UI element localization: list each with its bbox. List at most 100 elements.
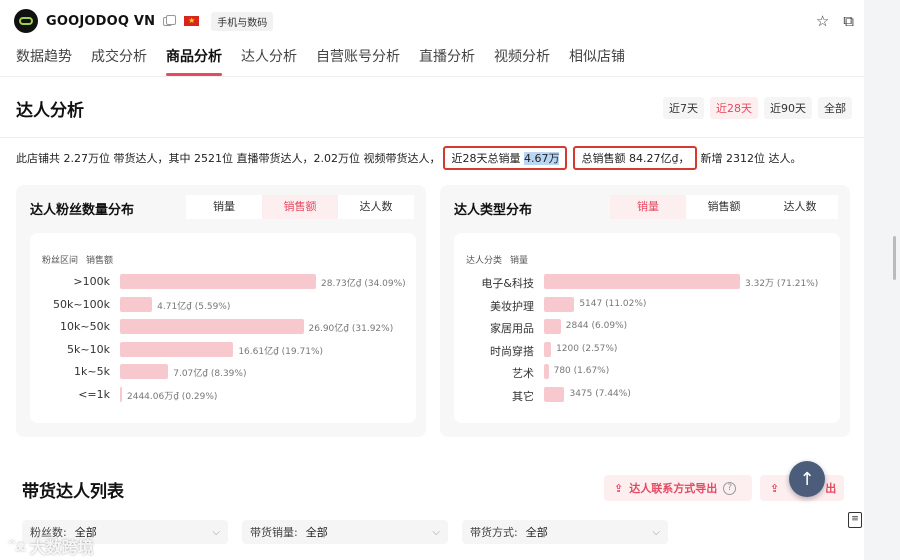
shop-logo xyxy=(14,9,38,33)
fans-bar-label: 10k~50k xyxy=(60,320,110,333)
fans-distribution-chart: 粉丝区间 销售额 >100k 28.73亿₫ (34.09%) 50k~100k 4.… xyxy=(30,233,416,423)
shop-header: GOOJODOQ VN ★ 手机与数码 ☆ ⧉ xyxy=(14,6,854,36)
section-title: 达人分析 xyxy=(16,101,84,121)
summary-text: 此店铺共 2.27万位 带货达人，其中 2521位 直播带货达人，2.02万位 … xyxy=(16,146,801,170)
fans-bar[interactable] xyxy=(120,341,234,357)
section-divider xyxy=(0,137,864,138)
fans-bar-label: 50k~100k xyxy=(53,297,110,311)
nav-divider xyxy=(0,76,864,77)
type-bar[interactable] xyxy=(544,274,740,289)
fans-tab-count[interactable]: 达人数 xyxy=(338,195,414,219)
sales-filter-label: 带货销量: xyxy=(250,526,298,539)
fans-bar-label: 5k~10k xyxy=(67,342,110,356)
export-label: 出 xyxy=(825,482,837,495)
fans-distribution-title: 达人粉丝数量分布 xyxy=(30,203,135,218)
fans-bar[interactable] xyxy=(120,386,122,402)
type-bar-value: 780 (1.67%) xyxy=(553,366,610,376)
type-col-volume: 销量 xyxy=(510,256,529,266)
fans-bar-label: 1k~5k xyxy=(74,365,110,378)
fans-bar-row: >100k 28.73亿₫ (34.09%) xyxy=(30,274,410,291)
upload-icon: ⇪ xyxy=(770,481,780,495)
document-icon[interactable]: ≡ xyxy=(848,512,862,528)
tab-own-account-analysis[interactable]: 自营账号分析 xyxy=(316,46,400,72)
export-contacts-button[interactable]: ⇪ 达人联系方式导出 ? xyxy=(604,475,752,501)
type-bar-value: 3475 (7.44%) xyxy=(569,388,631,399)
shop-analysis-page: GOOJODOQ VN ★ 手机与数码 ☆ ⧉ 数据趋势 成交分析 商品分析 达… xyxy=(0,0,864,560)
total-sales-volume-label: 近28天总销量 xyxy=(451,152,521,165)
type-tab-count[interactable]: 达人数 xyxy=(762,195,838,219)
type-bar[interactable] xyxy=(544,386,565,402)
fans-tab-revenue[interactable]: 销售额 xyxy=(262,195,338,219)
type-bar-label: 其它 xyxy=(512,389,534,403)
method-filter-select[interactable]: 带货方式: 全部 ⌵ xyxy=(462,520,668,544)
tab-video-analysis[interactable]: 视频分析 xyxy=(494,46,550,72)
fans-distribution-card: 达人粉丝数量分布 销量 销售额 达人数 粉丝区间 销售额 >100k 28.73亿… xyxy=(16,185,426,437)
scrollbar-thumb[interactable] xyxy=(893,236,896,280)
type-tab-revenue[interactable]: 销售额 xyxy=(686,195,762,219)
chevron-down-icon: ⌵ xyxy=(432,526,440,538)
tab-influencer-analysis[interactable]: 达人分析 xyxy=(241,46,297,72)
fans-bar[interactable] xyxy=(120,319,304,334)
type-tab-volume[interactable]: 销量 xyxy=(610,195,686,219)
range-90d-button[interactable]: 近90天 xyxy=(764,97,812,119)
shop-name: GOOJODOQ VN xyxy=(46,13,156,29)
fans-bar-value: 2444.06万₫ (0.29%) xyxy=(127,391,218,402)
fans-bar-row: 50k~100k 4.71亿₫ (5.59%) xyxy=(30,296,410,314)
fans-bar-label: >100k xyxy=(73,275,110,288)
date-range-selector: 近7天 近28天 近90天 全部 xyxy=(663,97,852,119)
tab-transaction-analysis[interactable]: 成交分析 xyxy=(91,46,147,72)
fans-bar-value: 4.71亿₫ (5.59%) xyxy=(157,301,231,312)
fans-bar-label: <=1k xyxy=(78,387,110,401)
type-bar[interactable] xyxy=(544,296,575,312)
summary-prefix: 此店铺共 2.27万位 带货达人，其中 2521位 直播带货达人，2.02万位 … xyxy=(16,152,441,165)
fans-bar[interactable] xyxy=(120,296,153,312)
tab-product-analysis[interactable]: 商品分析 xyxy=(166,46,222,76)
type-bar-value: 2844 (6.09%) xyxy=(565,321,628,331)
range-7d-button[interactable]: 近7天 xyxy=(663,97,704,119)
type-bar-label: 美妆护理 xyxy=(490,299,534,313)
fans-bar[interactable] xyxy=(120,364,169,379)
fans-bar-value: 26.90亿₫ (31.92%) xyxy=(308,324,394,334)
method-filter-label: 带货方式: xyxy=(470,526,518,539)
list-filters: 粉丝数: 全部 ⌵ 带货销量: 全部 ⌵ 带货方式: 全部 ⌵ xyxy=(22,520,668,544)
tab-live-analysis[interactable]: 直播分析 xyxy=(419,46,475,72)
fans-filter-value: 全部 xyxy=(74,526,97,539)
range-all-button[interactable]: 全部 xyxy=(818,97,852,119)
total-revenue-box: 总销售额 84.27亿₫， xyxy=(573,146,698,170)
fans-bar-row: 1k~5k 7.07亿₫ (8.39%) xyxy=(30,364,410,381)
fans-bar-value: 16.61亿₫ (19.71%) xyxy=(238,346,324,357)
back-to-top-button[interactable]: ↑ xyxy=(789,461,825,497)
type-distribution-title: 达人类型分布 xyxy=(454,203,533,218)
chevron-down-icon: ⌵ xyxy=(652,526,660,538)
chevron-down-icon: ⌵ xyxy=(212,526,220,538)
tab-similar-shops[interactable]: 相似店铺 xyxy=(569,46,625,72)
analysis-tabs: 数据趋势 成交分析 商品分析 达人分析 自营账号分析 直播分析 视频分析 相似店… xyxy=(16,46,625,76)
sales-filter-select[interactable]: 带货销量: 全部 ⌵ xyxy=(242,520,448,544)
copy-icon[interactable] xyxy=(163,14,177,26)
type-bar-value: 1200 (2.57%) xyxy=(556,343,618,354)
type-bar-value: 3.32万 (71.21%) xyxy=(745,279,819,289)
type-bar[interactable] xyxy=(544,341,552,357)
type-bar-label: 时尚穿搭 xyxy=(490,344,534,358)
method-filter-value: 全部 xyxy=(525,526,548,539)
star-icon[interactable]: ☆ xyxy=(816,12,829,30)
fans-bar[interactable] xyxy=(120,274,316,289)
type-bar-row: 家居用品 2844 (6.09%) xyxy=(454,319,834,336)
sales-filter-value: 全部 xyxy=(305,526,328,539)
fans-bar-row: <=1k 2444.06万₫ (0.29%) xyxy=(30,386,410,404)
type-bar[interactable] xyxy=(544,364,549,379)
influencer-list-title: 带货达人列表 xyxy=(22,482,124,502)
type-bar[interactable] xyxy=(544,319,561,334)
fans-column-headers: 粉丝区间 销售额 xyxy=(42,253,113,266)
external-link-icon[interactable]: ⧉ xyxy=(843,12,854,30)
type-bar-label: 艺术 xyxy=(512,367,534,380)
tab-data-trend[interactable]: 数据趋势 xyxy=(16,46,72,72)
type-bar-row: 电子&科技 3.32万 (71.21%) xyxy=(454,274,834,291)
help-icon[interactable]: ? xyxy=(723,481,737,495)
fans-bar-value: 28.73亿₫ (34.09%) xyxy=(321,279,406,289)
range-28d-button[interactable]: 近28天 xyxy=(710,97,758,119)
category-tag: 手机与数码 xyxy=(211,11,274,31)
watermark-text: 大数跨境 xyxy=(29,538,94,557)
type-bar-row: 艺术 780 (1.67%) xyxy=(454,364,834,381)
fans-tab-volume[interactable]: 销量 xyxy=(186,195,262,219)
